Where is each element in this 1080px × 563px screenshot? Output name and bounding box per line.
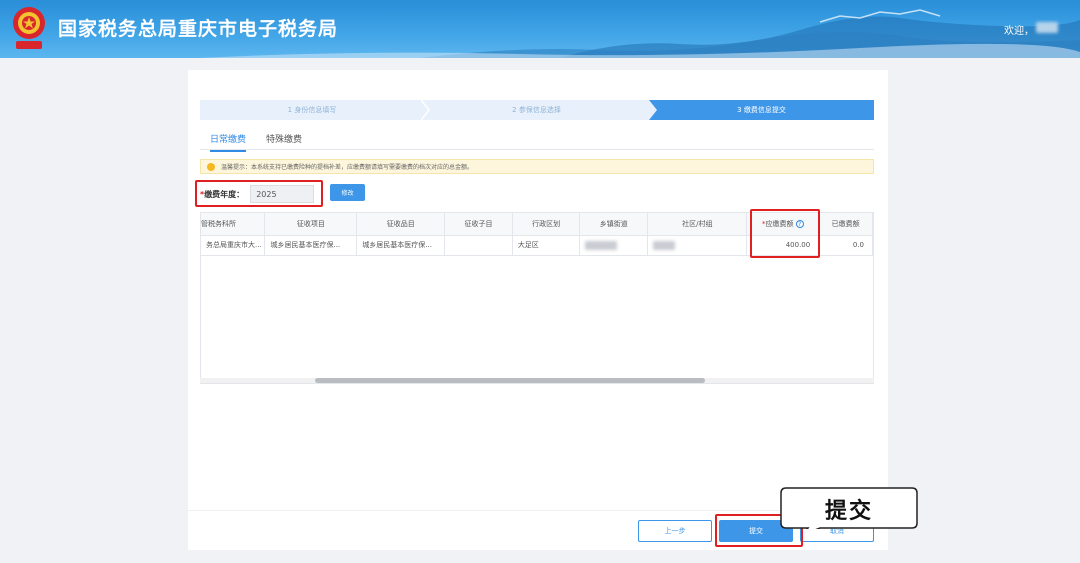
tab-special-payment[interactable]: 特殊缴费: [266, 132, 302, 150]
cell-category: 城乡居民基本医疗保...: [356, 235, 446, 256]
welcome-text: 欢迎，: [1004, 26, 1034, 37]
site-title: 国家税务总局重庆市电子税务局: [58, 18, 339, 40]
step-payment-submit: 3 缴费信息提交: [649, 100, 874, 120]
cell-community: [647, 235, 748, 256]
horizontal-scrollbar[interactable]: [200, 378, 874, 383]
redacted-community: [653, 240, 676, 250]
main-panel: 1 身份信息填写 2 参保信息选择 3 缴费信息提交 日常缴费 特殊缴费 温馨提…: [188, 70, 888, 550]
redacted-town: [585, 240, 618, 250]
national-emblem-icon: [13, 7, 45, 49]
step-separator-icon: [421, 100, 430, 120]
tab-bar: 日常缴费 特殊缴费: [200, 130, 874, 152]
col-town: 乡镇街道: [579, 213, 649, 236]
callout-text: 提交: [824, 499, 873, 524]
col-subitem: 征收子目: [444, 213, 513, 236]
col-tax-office: 管税务科所: [201, 213, 266, 236]
warning-icon: [207, 162, 215, 171]
previous-step-button[interactable]: 上一步: [638, 520, 712, 542]
step-arrow-icon: [649, 100, 657, 120]
col-amount-paid: 已缴费额: [818, 213, 873, 236]
col-community: 社区/村组: [647, 213, 748, 236]
step-indicator: 1 身份信息填写 2 参保信息选择 3 缴费信息提交: [200, 100, 874, 120]
highlight-payment-year: [195, 180, 323, 207]
cell-subitem: [444, 235, 513, 256]
col-item: 征收项目: [264, 213, 358, 236]
cell-district: 大足区: [512, 235, 581, 256]
step-identity-info: 1 身份信息填写: [200, 100, 424, 120]
modify-button[interactable]: 修改: [330, 184, 365, 201]
cell-amount-paid: 0.0: [818, 235, 873, 256]
notice-banner: 温馨提示：本系统支持已缴费险种的提档补差，应缴费额请填写需要缴费的档次对应的总金…: [200, 159, 874, 174]
notice-text: 温馨提示：本系统支持已缴费险种的提档补差，应缴费额请填写需要缴费的档次对应的总金…: [221, 164, 474, 171]
col-district: 行政区划: [512, 213, 581, 236]
cell-tax-office: 务总局重庆市大...: [201, 235, 266, 256]
step-insurance-selection: 2 参保信息选择: [424, 100, 649, 120]
username-redacted: [1036, 22, 1058, 33]
scrollbar-thumb[interactable]: [315, 378, 705, 383]
cell-item: 城乡居民基本医疗保...: [264, 235, 358, 256]
cell-town: [579, 235, 649, 256]
col-category: 征收品目: [356, 213, 446, 236]
tab-daily-payment[interactable]: 日常缴费: [210, 132, 247, 152]
highlight-amount-due: [750, 209, 820, 258]
site-header: 国家税务总局重庆市电子税务局 欢迎，: [0, 0, 1080, 58]
